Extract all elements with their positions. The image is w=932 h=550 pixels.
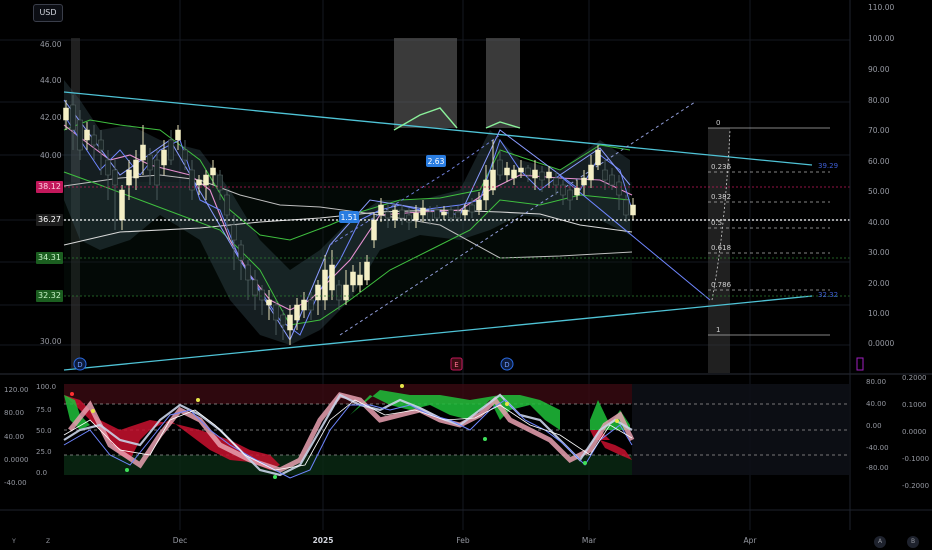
left-axis-label: 46.00	[40, 40, 62, 49]
fib-level-label: 0.618	[711, 244, 731, 252]
corner-button-b[interactable]: B	[907, 536, 919, 548]
svg-text:25.0: 25.0	[36, 448, 52, 456]
svg-text:40.00: 40.00	[866, 400, 886, 408]
event-marker-dividend-1[interactable]: D	[73, 357, 87, 371]
price-label: 38.12	[36, 181, 63, 193]
right-axis-label: 110.00	[868, 3, 894, 12]
corner-button-z[interactable]: Z	[42, 536, 54, 548]
svg-text:1.51: 1.51	[341, 213, 358, 222]
price-label: 36.27	[36, 214, 63, 226]
trading-chart[interactable]: 00.2360.3820.50.6180.7861 1.51 2.63 39.2…	[0, 0, 932, 550]
currency-button[interactable]: USD	[33, 4, 63, 22]
svg-text:-80.00: -80.00	[866, 464, 889, 472]
right-axis-label: 40.00	[868, 218, 890, 227]
svg-text:50.0: 50.0	[36, 427, 52, 435]
svg-text:D: D	[77, 361, 82, 369]
fib-level-label: 0.382	[711, 193, 731, 201]
svg-text:-40.00: -40.00	[866, 444, 889, 452]
right-axis-label: 60.00	[868, 157, 890, 166]
right-axis-label: 80.00	[868, 96, 890, 105]
right-axis-label: 50.00	[868, 187, 890, 196]
fib-level-label: 0.236	[711, 163, 732, 171]
corner-button-a[interactable]: A	[874, 536, 886, 548]
svg-text:2.63: 2.63	[428, 157, 445, 166]
svg-text:75.0: 75.0	[36, 406, 52, 414]
right-axis-label: 100.00	[868, 34, 894, 43]
right-axis-label: 30.00	[868, 248, 890, 257]
svg-text:0.0000: 0.0000	[902, 428, 927, 436]
svg-text:80.00: 80.00	[4, 409, 24, 417]
channel-label-upper: 39.29	[818, 162, 838, 170]
price-axis-right[interactable]: 110.00 100.00 90.00 80.00 70.00 60.00 50.00 40.…	[868, 3, 894, 348]
right-axis-label: 90.00	[868, 65, 890, 74]
fib-level-label: 0	[716, 119, 720, 127]
svg-text:0.0000: 0.0000	[4, 456, 29, 464]
left-axis-label: 44.00	[40, 76, 62, 85]
svg-text:-0.1000: -0.1000	[902, 455, 929, 463]
time-axis-label: 2025	[313, 536, 334, 545]
svg-text:80.00: 80.00	[866, 378, 886, 386]
oscillator-pane	[63, 384, 850, 479]
right-axis-label: 10.00	[868, 309, 890, 318]
time-axis[interactable]: Dec 2025 Feb Mar Apr	[173, 536, 758, 545]
svg-text:0.00: 0.00	[866, 422, 882, 430]
svg-text:0.1000: 0.1000	[902, 401, 927, 409]
svg-text:0.0: 0.0	[36, 469, 47, 477]
time-axis-label: Mar	[582, 536, 597, 545]
svg-text:100.0: 100.0	[36, 383, 56, 391]
price-label: 32.32	[36, 290, 63, 302]
price-label: 34.31	[36, 252, 63, 264]
left-axis-label: 30.00	[40, 337, 62, 346]
time-axis-label: Feb	[456, 536, 470, 545]
time-axis-label: Apr	[744, 536, 758, 545]
right-axis-label: 70.00	[868, 126, 890, 135]
left-axis-label: 40.00	[40, 151, 62, 160]
svg-text:E: E	[454, 361, 458, 369]
channel-label-lower: 32.32	[818, 291, 838, 299]
svg-text:0.2000: 0.2000	[902, 374, 927, 382]
svg-text:-40.00: -40.00	[4, 479, 27, 487]
right-axis-label: 20.00	[868, 279, 890, 288]
event-marker-dividend-2[interactable]: D	[500, 357, 514, 371]
swing-label-2: 2.63	[426, 155, 446, 167]
right-axis-label: 0.0000	[868, 339, 894, 348]
corner-button-y[interactable]: Y	[8, 536, 20, 548]
swing-label-1: 1.51	[339, 211, 359, 223]
left-axis-label: 42.00	[40, 113, 62, 122]
svg-text:120.00: 120.00	[4, 386, 29, 394]
fib-level-label: 1	[716, 326, 720, 334]
svg-text:D: D	[504, 361, 509, 369]
event-marker-earnings[interactable]: E	[450, 357, 463, 371]
time-axis-label: Dec	[173, 536, 188, 545]
bar-marker	[856, 357, 864, 371]
svg-text:40.00: 40.00	[4, 433, 24, 441]
svg-text:-0.2000: -0.2000	[902, 482, 929, 490]
